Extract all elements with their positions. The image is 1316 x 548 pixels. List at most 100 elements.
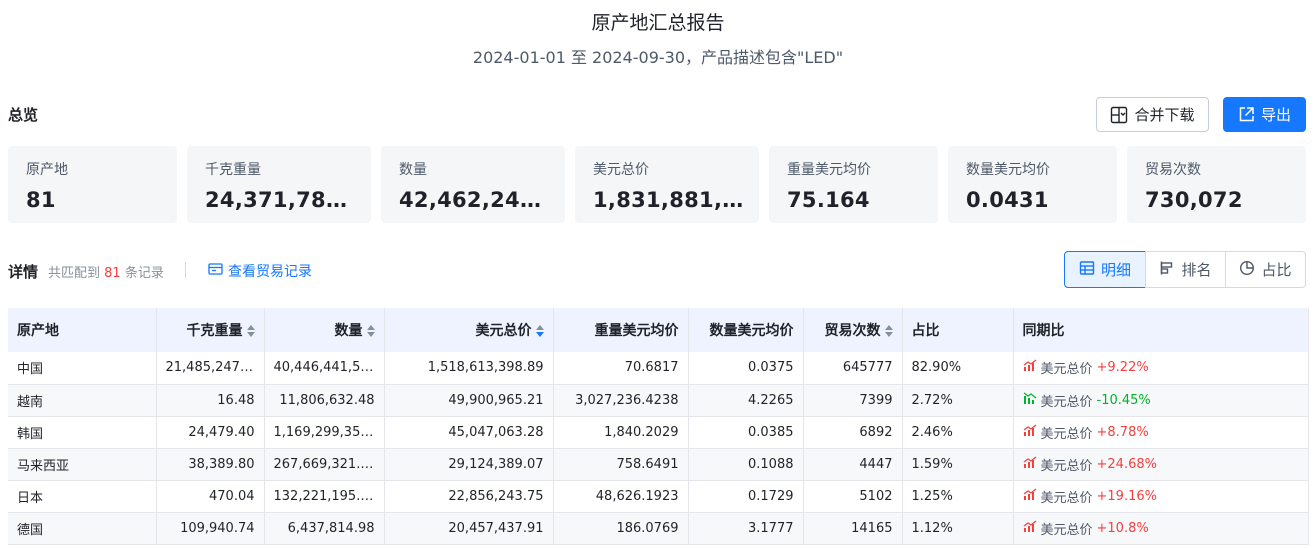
yoy-value: +9.22%	[1096, 360, 1149, 376]
sort-icon[interactable]	[366, 325, 375, 337]
tab-ranking[interactable]: 排名	[1145, 251, 1226, 288]
sort-icon[interactable]	[884, 325, 893, 337]
card-label: 数量美元均价	[966, 162, 1050, 178]
column-header-share: 占比	[902, 308, 1014, 352]
column-header-usd-total[interactable]: 美元总价	[384, 308, 554, 352]
cell-weight-avg: 3,027,236.4238	[553, 384, 689, 417]
sort-icon[interactable]	[246, 325, 255, 337]
cell-trades: 5102	[803, 480, 903, 513]
cell-share: 2.72%	[902, 384, 1014, 417]
card-label: 重量美元均价	[787, 162, 871, 178]
export-icon	[1238, 106, 1255, 123]
cell-usd-total: 49,900,965.21	[384, 384, 554, 417]
trend-up-icon	[1023, 423, 1037, 441]
cell-share: 2.46%	[902, 416, 1014, 449]
cell-origin: 德国	[8, 512, 157, 545]
cell-weight-avg: 1,840.2029	[553, 416, 689, 449]
cell-weight: 16.48	[156, 384, 265, 417]
yoy-value: +8.78%	[1096, 424, 1149, 440]
cell-usd-total: 20,457,437.91	[384, 512, 554, 545]
cell-trades: 6892	[803, 416, 903, 449]
cell-quantity-avg: 3.1777	[688, 512, 804, 545]
card-label: 千克重量	[205, 162, 261, 178]
column-header-origin: 原产地	[8, 308, 157, 352]
cell-quantity: 267,669,321.80	[264, 448, 385, 481]
trend-up-icon	[1023, 487, 1037, 505]
pie-chart-icon	[1239, 260, 1255, 280]
column-header-quantity[interactable]: 数量	[264, 308, 385, 352]
trend-up-icon	[1023, 359, 1037, 376]
cell-trades: 14165	[803, 512, 903, 545]
card-value: 1,831,881,2...	[593, 188, 759, 212]
yoy-value: +24.68%	[1096, 456, 1157, 472]
trend-up-icon	[1023, 455, 1037, 473]
record-count-number: 81	[104, 266, 121, 281]
yoy-metric: 美元总价	[1040, 362, 1093, 378]
cell-trades: 645777	[803, 352, 903, 385]
table-row: 日本 470.04 132,221,195.04 22,856,243.75 4…	[8, 480, 1309, 513]
report-title: 原产地汇总报告	[591, 12, 725, 34]
column-header-quantity-avg: 数量美元均价	[688, 308, 804, 352]
cell-quantity-avg: 0.0385	[688, 416, 804, 449]
tab-share-label: 占比	[1261, 261, 1292, 279]
cell-origin: 中国	[8, 352, 157, 385]
card-value: 81	[26, 188, 56, 212]
card-label: 贸易次数	[1145, 162, 1201, 178]
cell-share: 1.12%	[902, 512, 1014, 545]
yoy-value: -10.45%	[1096, 392, 1151, 408]
record-count-prefix: 共匹配到	[48, 266, 101, 281]
tab-share[interactable]: 占比	[1225, 251, 1306, 288]
cell-origin: 马来西亚	[8, 448, 157, 481]
card-label: 美元总价	[593, 162, 649, 178]
trend-up-icon	[1023, 519, 1037, 537]
report-subtitle: 2024-01-01 至 2024-09-30，产品描述包含"LED"	[472, 48, 844, 67]
yoy-metric: 美元总价	[1040, 490, 1093, 506]
cell-weight-avg: 70.6817	[553, 352, 689, 385]
merge-download-button[interactable]: 合并下载	[1096, 97, 1209, 132]
view-toggle: 明细 排名 占比	[1064, 251, 1306, 288]
cell-quantity-avg: 0.0375	[688, 352, 804, 385]
cell-origin: 日本	[8, 480, 157, 513]
merge-download-label: 合并下载	[1134, 106, 1195, 124]
cell-weight: 109,940.74	[156, 512, 265, 545]
yoy-metric: 美元总价	[1040, 522, 1093, 538]
detail-heading: 详情	[8, 263, 39, 281]
yoy-metric: 美元总价	[1040, 426, 1093, 442]
cell-weight-avg: 186.0769	[553, 512, 689, 545]
card-value: 42,462,240,...	[399, 188, 565, 212]
sort-desc-icon[interactable]	[535, 325, 544, 337]
trend-down-icon	[1023, 391, 1037, 409]
cell-weight: 21,485,247.54	[156, 352, 265, 385]
card-label: 原产地	[26, 162, 68, 178]
cell-yoy: 美元总价 +24.68%	[1013, 448, 1309, 481]
cell-origin: 韩国	[8, 416, 157, 449]
export-label: 导出	[1260, 106, 1291, 124]
cell-quantity: 40,446,441,50...	[264, 352, 385, 385]
card-value: 75.164	[787, 188, 870, 212]
export-button[interactable]: 导出	[1223, 97, 1306, 132]
card-label: 数量	[399, 162, 427, 178]
cell-trades: 4447	[803, 448, 903, 481]
table-row: 越南 16.48 11,806,632.48 49,900,965.21 3,0…	[8, 384, 1309, 417]
yoy-metric: 美元总价	[1040, 458, 1093, 474]
cell-quantity-avg: 0.1729	[688, 480, 804, 513]
cell-weight: 38,389.80	[156, 448, 265, 481]
record-count: 共匹配到 81 条记录	[48, 262, 164, 281]
column-header-weight[interactable]: 千克重量	[156, 308, 265, 352]
tab-detail[interactable]: 明细	[1064, 251, 1146, 288]
tab-ranking-label: 排名	[1181, 261, 1212, 279]
cell-share: 1.59%	[902, 448, 1014, 481]
cell-weight: 24,479.40	[156, 416, 265, 449]
cell-quantity-avg: 4.2265	[688, 384, 804, 417]
column-header-trades[interactable]: 贸易次数	[803, 308, 903, 352]
cell-quantity: 6,437,814.98	[264, 512, 385, 545]
cell-usd-total: 45,047,063.28	[384, 416, 554, 449]
yoy-metric: 美元总价	[1040, 394, 1093, 410]
cell-usd-total: 29,124,389.07	[384, 448, 554, 481]
cell-yoy: 美元总价 -10.45%	[1013, 384, 1309, 417]
cell-quantity: 1,169,299,352...	[264, 416, 385, 449]
cell-share: 1.25%	[902, 480, 1014, 513]
view-trade-records-link[interactable]: 查看贸易记录	[208, 261, 312, 281]
card-usd-total: 美元总价 1,831,881,2...	[575, 146, 759, 223]
cell-quantity: 11,806,632.48	[264, 384, 385, 417]
